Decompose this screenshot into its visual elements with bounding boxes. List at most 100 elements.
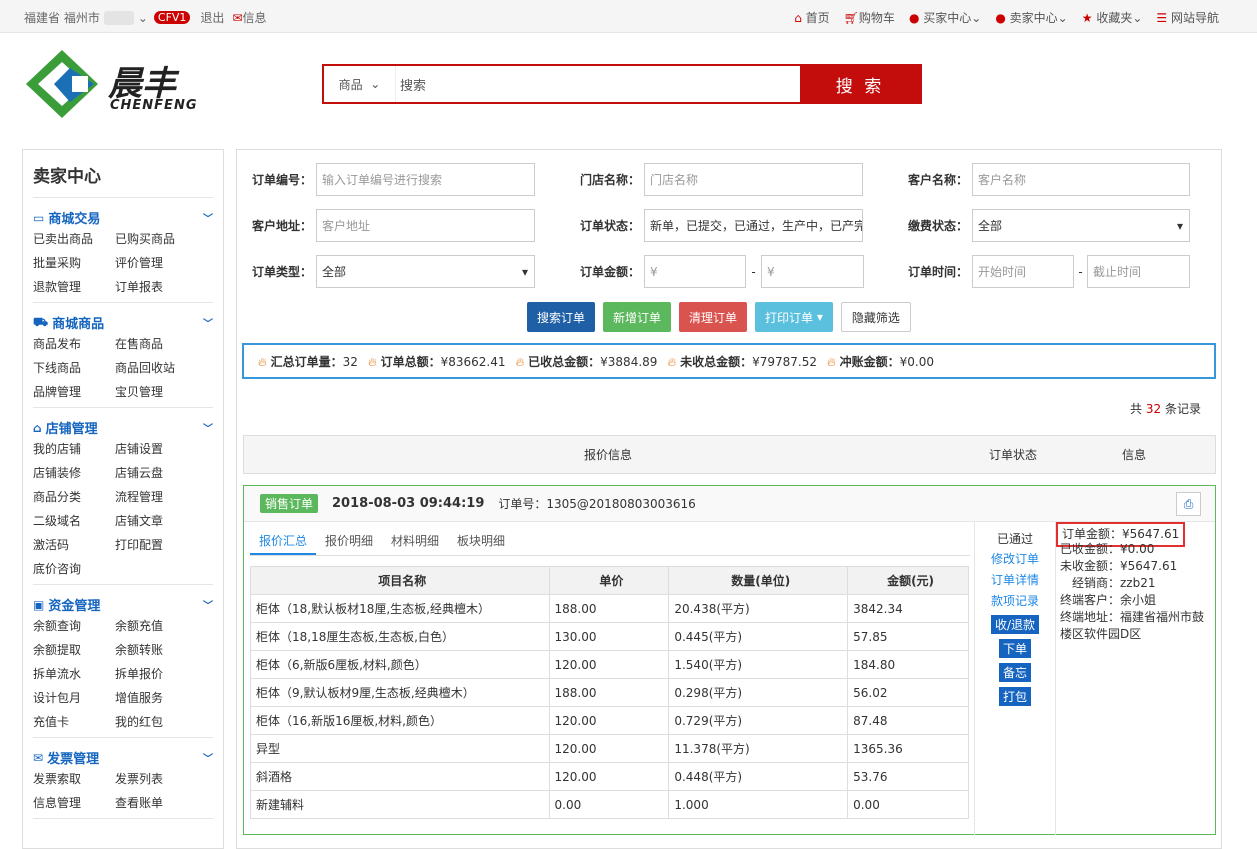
print-order-button[interactable]: 打印订单 ▾ [755, 302, 833, 332]
sidebar-item[interactable]: 底价咨询 [33, 560, 115, 578]
order-action-button[interactable]: 备忘 [998, 663, 1031, 682]
sidebar-item[interactable]: 发票索取 [33, 770, 115, 788]
sidebar-item[interactable]: 宝贝管理 [115, 383, 203, 401]
order-no-input[interactable]: 输入订单编号进行搜索 [316, 163, 535, 196]
section-header[interactable]: ⌂ 店铺管理 ﹀ [33, 418, 213, 438]
order-type-select[interactable]: 全部 ▾ [316, 255, 535, 288]
nav-cart[interactable]: 🛒︎购物车 [844, 9, 895, 26]
logo[interactable]: 晨丰 CHENFENG [24, 48, 224, 120]
amount-min-input[interactable]: ¥ [644, 255, 746, 288]
nav-seller-center[interactable]: ● 卖家中心⌄ [995, 9, 1067, 26]
address-input[interactable]: 客户地址 [316, 209, 535, 242]
chevron-down-icon[interactable]: ﹀ [203, 210, 213, 225]
add-order-button[interactable]: 新增订单 [603, 302, 672, 332]
sidebar-item[interactable]: 已购买商品 [115, 230, 203, 248]
sidebar-item[interactable]: 店铺设置 [115, 440, 203, 458]
pay-status-select[interactable]: 全部 ▾ [972, 209, 1190, 242]
sidebar-item[interactable]: 拆单流水 [33, 665, 115, 683]
sidebar-item[interactable]: 订单报表 [115, 278, 203, 296]
table-cell: 56.02 [847, 678, 969, 707]
sidebar-item[interactable]: 余额充值 [115, 617, 203, 635]
sidebar-item[interactable]: 余额提取 [33, 641, 115, 659]
summary-label: 已收总金额： [528, 354, 601, 369]
table-row: 柜体（16,新版16厘板,材料,颜色） 120.00 0.729(平方) 87.48 [250, 706, 969, 735]
amount-max-input[interactable]: ¥ [761, 255, 864, 288]
sidebar-item[interactable]: 下线商品 [33, 359, 115, 377]
order-info-column: 订单金额：¥5647.61 已收金额：¥0.00 未收金额：¥5647.61 经… [1056, 522, 1210, 643]
search-order-button[interactable]: 搜索订单 [527, 302, 596, 332]
chevron-down-icon[interactable]: ﹀ [203, 315, 213, 330]
chevron-down-icon[interactable]: ⌄ [138, 11, 148, 25]
sidebar-item[interactable]: 店铺装修 [33, 464, 115, 482]
clear-order-button[interactable]: 清理订单 [679, 302, 748, 332]
status-select[interactable]: 新单，已提交，已通过，生产中，已产完 [644, 209, 863, 242]
sidebar-item[interactable]: 设计包月 [33, 689, 115, 707]
money-icon: ▣ [33, 597, 45, 612]
nav-buyer-center[interactable]: ● 买家中心⌄ [909, 9, 981, 26]
chevron-down-icon[interactable]: ﹀ [203, 597, 213, 612]
sidebar-item[interactable]: 余额转账 [115, 641, 203, 659]
sidebar-item[interactable]: 商品分类 [33, 488, 115, 506]
sidebar-item[interactable]: 流程管理 [115, 488, 203, 506]
tab-1[interactable]: 报价明细 [316, 532, 382, 555]
sidebar-item[interactable]: 余额查询 [33, 617, 115, 635]
sidebar-item[interactable]: 我的店铺 [33, 440, 115, 458]
sidebar-item[interactable]: 评价管理 [115, 254, 203, 272]
sidebar-item[interactable]: 商品发布 [33, 335, 115, 353]
order-link[interactable]: 款项记录 [975, 593, 1055, 610]
nav-favorites[interactable]: ★ 收藏夹⌄ [1082, 9, 1143, 26]
printer-icon[interactable]: ⎙ [1176, 492, 1201, 516]
order-action-button[interactable]: 收/退款 [990, 615, 1040, 634]
section-header[interactable]: ⛟ 商城商品 ﹀ [33, 313, 213, 333]
sidebar-item[interactable]: 退款管理 [33, 278, 115, 296]
order-link[interactable]: 修改订单 [975, 551, 1055, 568]
location-text[interactable]: 福建省 福州市 [24, 9, 100, 26]
search-button[interactable]: 搜 索 [800, 66, 920, 102]
section-header[interactable]: ✉ 发票管理 ﹀ [33, 748, 213, 768]
city-selector[interactable] [103, 10, 134, 25]
logout-link[interactable]: 退出 [200, 9, 224, 26]
nav-label: 买家中心 [923, 11, 972, 25]
category-label: 商品 [338, 77, 363, 92]
time-start-input[interactable]: 开始时间 [972, 255, 1074, 288]
user-icon: ● [908, 11, 920, 25]
button-label: 打印订单 [765, 310, 814, 325]
sidebar-item[interactable]: 拆单报价 [115, 665, 203, 683]
chevron-down-icon[interactable]: ﹀ [203, 750, 213, 765]
tab-0[interactable]: 报价汇总 [250, 532, 317, 555]
order-link[interactable]: 订单详情 [975, 572, 1055, 589]
sidebar-item[interactable]: 商品回收站 [115, 359, 203, 377]
section-header[interactable]: ▣ 资金管理 ﹀ [33, 595, 213, 615]
nav-site-map[interactable]: ☰ 网站导航 [1156, 9, 1219, 26]
sidebar-item[interactable]: 发票列表 [115, 770, 203, 788]
chevron-down-icon[interactable]: ﹀ [203, 420, 213, 435]
tab-3[interactable]: 板块明细 [448, 532, 514, 555]
sidebar-item[interactable]: 批量采购 [33, 254, 115, 272]
order-action-button[interactable]: 打包 [998, 687, 1031, 706]
search-input[interactable]: 搜索 [396, 66, 800, 102]
sidebar-item[interactable]: 品牌管理 [33, 383, 115, 401]
hide-filter-button[interactable]: 隐藏筛选 [840, 302, 911, 332]
sidebar-item[interactable]: 充值卡 [33, 713, 115, 731]
sidebar-item[interactable]: 在售商品 [115, 335, 203, 353]
summary-item: 🔥︎ 订单总额：¥83662.41 [368, 353, 506, 370]
order-action-button[interactable]: 下单 [998, 639, 1031, 658]
sidebar-item[interactable]: 查看账单 [115, 794, 203, 812]
sidebar-item[interactable]: 我的红包 [115, 713, 203, 731]
sidebar-item[interactable]: 打印配置 [115, 536, 203, 554]
sidebar-item[interactable]: 二级域名 [33, 512, 115, 530]
customer-input[interactable]: 客户名称 [972, 163, 1190, 196]
sidebar-item[interactable]: 激活码 [33, 536, 115, 554]
sidebar-item[interactable]: 店铺文章 [115, 512, 203, 530]
nav-home[interactable]: ⌂ 首页 [794, 9, 829, 26]
sidebar-item[interactable]: 信息管理 [33, 794, 115, 812]
sidebar-item[interactable]: 已卖出商品 [33, 230, 115, 248]
sidebar-item[interactable]: 增值服务 [115, 689, 203, 707]
time-end-input[interactable]: 截止时间 [1087, 255, 1190, 288]
store-input[interactable]: 门店名称 [644, 163, 863, 196]
sidebar-item[interactable]: 店铺云盘 [115, 464, 203, 482]
message-link[interactable]: 信息 [243, 9, 267, 26]
section-header[interactable]: ▭ 商城交易 ﹀ [33, 208, 213, 228]
tab-2[interactable]: 材料明细 [382, 532, 448, 555]
search-category-select[interactable]: 商品 ⌄ [324, 66, 396, 102]
